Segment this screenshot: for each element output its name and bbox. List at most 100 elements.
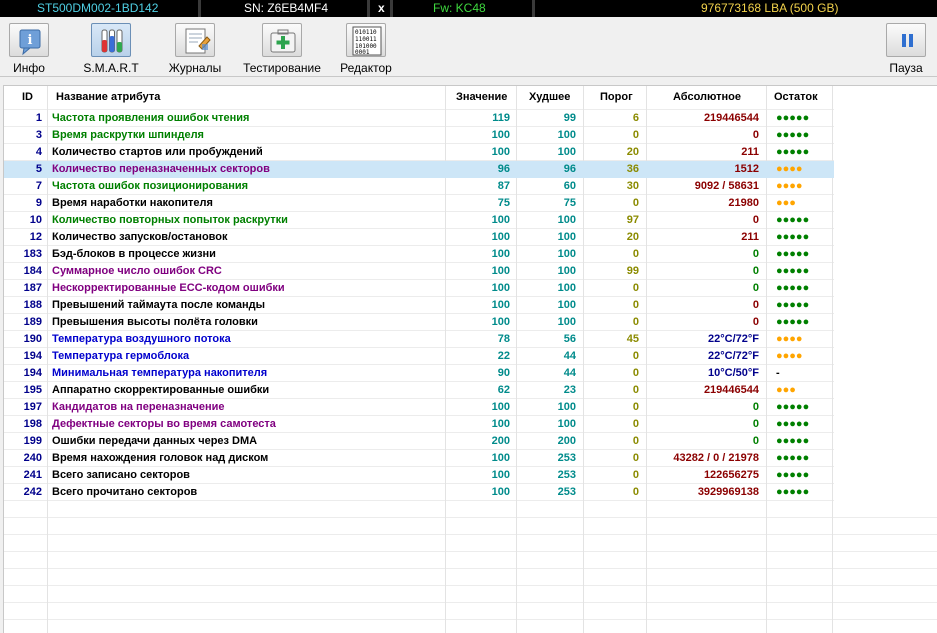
- drive-serial: SN: Z6EB4MF4: [244, 1, 329, 15]
- table-row[interactable]: 1 Частота проявления ошибок чтения 119 99 6 2…: [4, 110, 834, 127]
- drive-capacity: 976773168 LBA (500 GB): [701, 1, 839, 15]
- table-row[interactable]: 198 Дефектные секторы во время самотеста 1…: [4, 416, 834, 433]
- pause-button-label: Пауза: [889, 61, 923, 75]
- editor-button-label: Редактор: [340, 61, 392, 75]
- table-row[interactable]: 197 Кандидатов на переназначение 100 100 0 0 ●…: [4, 399, 834, 416]
- attribute-worst: 100: [557, 146, 576, 158]
- attribute-value: 90: [497, 367, 510, 379]
- attribute-name: Всего записано секторов: [52, 469, 190, 481]
- divider: [390, 0, 393, 17]
- first-aid-kit-icon: [262, 23, 302, 57]
- table-row[interactable]: 188 Превышений таймаута после команды 100 1…: [4, 297, 834, 314]
- logs-button[interactable]: Журналы: [166, 23, 224, 77]
- attribute-value: 100: [491, 316, 510, 328]
- editor-button[interactable]: 010110 110011 101000 0001 Редактор: [338, 23, 394, 77]
- table-row[interactable]: 194 Температура гермоблока 22 44 0 22°C/72°F ●…: [4, 348, 834, 365]
- table-row[interactable]: 240 Время нахождения головок над диском 10…: [4, 450, 834, 467]
- divider: [532, 0, 535, 17]
- column-header-worst[interactable]: Худшее: [529, 86, 570, 109]
- pause-button[interactable]: Пауза: [882, 23, 930, 77]
- attribute-threshold: 36: [626, 163, 639, 175]
- table-row[interactable]: 187 Нескорректированные ECC-кодом ошибки 1…: [4, 280, 834, 297]
- attribute-raw: 0: [752, 129, 759, 141]
- table-row[interactable]: 184 Суммарное число ошибок CRC 100 100 99 0 ●●…: [4, 263, 834, 280]
- attribute-threshold: 0: [632, 299, 639, 311]
- attribute-id: 188: [23, 299, 42, 311]
- attribute-value: 100: [491, 129, 510, 141]
- attribute-threshold: 0: [632, 282, 639, 294]
- table-row[interactable]: 194 Минимальная температура накопителя 90 4…: [4, 365, 834, 382]
- attribute-name: Минимальная температура накопителя: [52, 367, 268, 379]
- table-row[interactable]: 4 Количество стартов или пробуждений 100 10…: [4, 144, 834, 161]
- smart-button[interactable]: S.M.A.R.T: [80, 23, 142, 77]
- column-header-name[interactable]: Название атрибута: [56, 86, 160, 109]
- table-row[interactable]: 3 Время раскрутки шпинделя 100 100 0 0 ●●●●●: [4, 127, 834, 144]
- attribute-value: 100: [491, 418, 510, 430]
- attribute-id: 195: [23, 384, 42, 396]
- table-row[interactable]: 7 Частота ошибок позиционирования 87 60 30 90…: [4, 178, 834, 195]
- attribute-remaining: ●●●●●: [776, 231, 810, 243]
- attribute-id: 194: [23, 350, 42, 362]
- attribute-value: 100: [491, 469, 510, 481]
- smart-attributes-table: ID Название атрибута Значение Худшее Пор…: [3, 85, 937, 633]
- attribute-remaining: ●●●●●: [776, 452, 810, 464]
- attribute-value: 87: [497, 180, 510, 192]
- attribute-name: Количество запусков/остановок: [52, 231, 228, 243]
- attribute-name: Нескорректированные ECC-кодом ошибки: [52, 282, 285, 294]
- attribute-id: 184: [23, 265, 42, 277]
- attribute-value: 78: [497, 333, 510, 345]
- attribute-value: 100: [491, 282, 510, 294]
- attribute-name: Время нахождения головок над диском: [52, 452, 269, 464]
- attribute-remaining: ●●●●●: [776, 112, 810, 124]
- table-row[interactable]: 183 Бэд-блоков в процессе жизни 100 100 0 0 ●●…: [4, 246, 834, 263]
- table-row[interactable]: 190 Температура воздушного потока 78 56 45 22…: [4, 331, 834, 348]
- attribute-value: 22: [497, 350, 510, 362]
- column-header-value[interactable]: Значение: [456, 86, 507, 109]
- table-row[interactable]: 241 Всего записано секторов 100 253 0 1226562…: [4, 467, 834, 484]
- attribute-threshold: 0: [632, 129, 639, 141]
- attribute-threshold: 0: [632, 469, 639, 481]
- attribute-id: 194: [23, 367, 42, 379]
- table-row[interactable]: 199 Ошибки передачи данных через DMA 200 20…: [4, 433, 834, 450]
- attribute-value: 96: [497, 163, 510, 175]
- attribute-id: 197: [23, 401, 42, 413]
- table-row[interactable]: 5 Количество переназначенных секторов 96 96…: [4, 161, 834, 178]
- attribute-raw: 0: [752, 299, 759, 311]
- attribute-worst: 100: [557, 129, 576, 141]
- testing-button[interactable]: Тестирование: [240, 23, 324, 77]
- attribute-value: 75: [497, 197, 510, 209]
- table-row[interactable]: 189 Превышения высоты полёта головки 100 10…: [4, 314, 834, 331]
- attribute-remaining: ●●●●●: [776, 469, 810, 481]
- attribute-id: 5: [35, 163, 42, 175]
- attribute-value: 100: [491, 214, 510, 226]
- column-header-remaining[interactable]: Остаток: [774, 86, 818, 109]
- table-row[interactable]: 242 Всего прочитано секторов 100 253 0 392996…: [4, 484, 834, 501]
- table-row[interactable]: 9 Время наработки накопителя 75 75 0 21980 ●●●: [4, 195, 834, 212]
- attribute-remaining: ●●●●: [776, 163, 803, 175]
- column-header-threshold[interactable]: Порог: [600, 86, 633, 109]
- attribute-threshold: 0: [632, 486, 639, 498]
- attribute-id: 9: [35, 197, 42, 209]
- svg-text:0001: 0001: [355, 49, 370, 56]
- attribute-id: 183: [23, 248, 42, 260]
- attribute-worst: 100: [557, 214, 576, 226]
- attribute-id: 3: [35, 129, 42, 141]
- attribute-remaining: ●●●●●: [776, 316, 810, 328]
- column-header-id[interactable]: ID: [22, 86, 33, 109]
- attribute-name: Превышений таймаута после команды: [52, 299, 266, 311]
- attribute-name: Дефектные секторы во время самотеста: [52, 418, 276, 430]
- table-row[interactable]: 10 Количество повторных попыток раскрутки…: [4, 212, 834, 229]
- attribute-raw: 0: [752, 214, 759, 226]
- attribute-threshold: 0: [632, 197, 639, 209]
- info-button[interactable]: i Инфо: [6, 23, 52, 77]
- attribute-id: 242: [23, 486, 42, 498]
- close-icon[interactable]: x: [378, 0, 385, 17]
- table-row[interactable]: 12 Количество запусков/остановок 100 100 20 2…: [4, 229, 834, 246]
- attribute-raw: 0: [752, 435, 759, 447]
- testing-button-label: Тестирование: [243, 61, 321, 75]
- attribute-threshold: 0: [632, 452, 639, 464]
- table-row[interactable]: 195 Аппаратно скорректированные ошибки 62 2…: [4, 382, 834, 399]
- attribute-remaining: ●●●: [776, 197, 796, 209]
- column-header-raw[interactable]: Абсолютное: [673, 86, 741, 109]
- attribute-threshold: 0: [632, 418, 639, 430]
